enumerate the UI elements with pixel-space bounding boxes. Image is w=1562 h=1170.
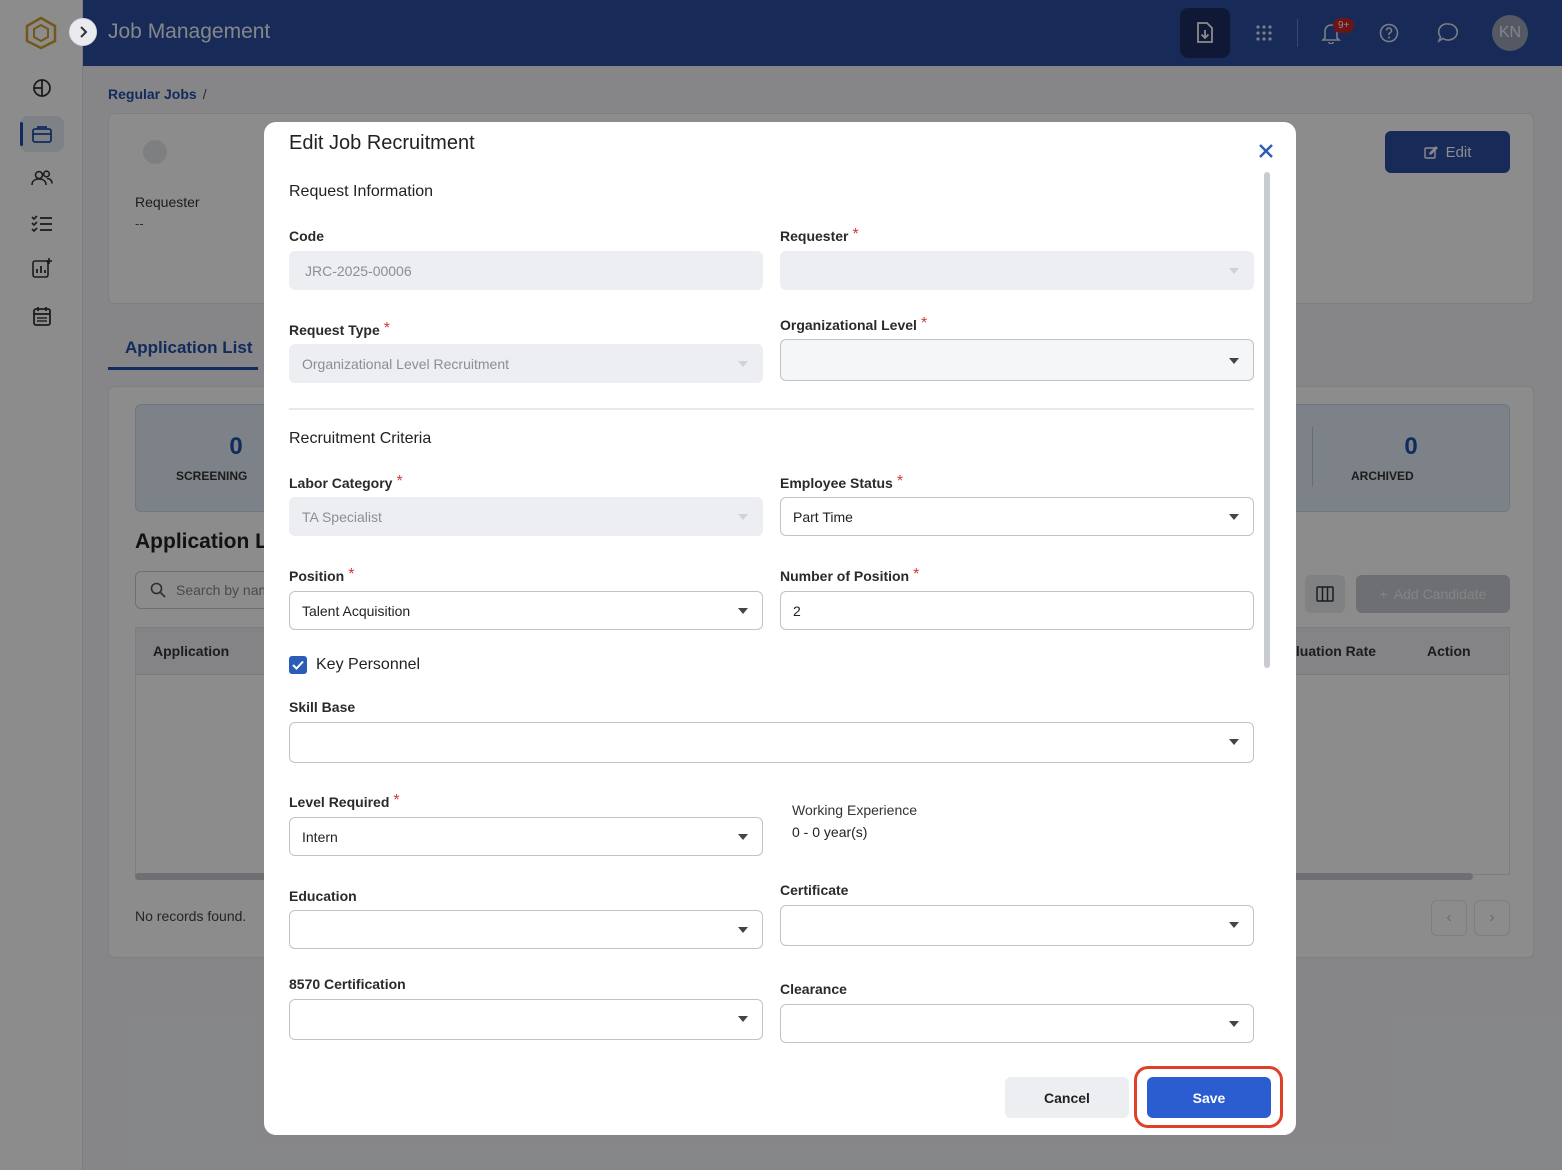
labor-category-select: TA Specialist xyxy=(289,497,763,536)
education-select[interactable] xyxy=(289,910,763,949)
modal-title: Edit Job Recruitment xyxy=(289,132,475,154)
number-of-position-label: Number of Position * xyxy=(780,566,920,584)
requester-field-label: Requester * xyxy=(780,226,859,244)
clearance-select[interactable] xyxy=(780,1004,1254,1043)
checkmark-icon xyxy=(292,660,304,670)
employee-status-select[interactable]: Part Time xyxy=(780,497,1254,536)
number-of-position-input[interactable]: 2 xyxy=(780,591,1254,630)
org-level-label: Organizational Level * xyxy=(780,315,928,333)
chevron-down-icon xyxy=(738,514,748,520)
org-level-select[interactable] xyxy=(780,339,1254,381)
code-label: Code xyxy=(289,228,324,244)
close-icon xyxy=(1259,144,1273,158)
employee-status-label: Employee Status * xyxy=(780,473,904,491)
request-type-label: Request Type * xyxy=(289,320,390,338)
level-required-label: Level Required * xyxy=(289,792,400,810)
key-personnel-checkbox[interactable] xyxy=(289,656,307,674)
section-request-information: Request Information xyxy=(289,183,434,200)
modal-scrollbar[interactable] xyxy=(1264,172,1270,668)
code-field: JRC-2025-00006 xyxy=(289,251,763,290)
chevron-down-icon xyxy=(738,1016,748,1022)
key-personnel-label[interactable]: Key Personnel xyxy=(316,656,420,674)
requester-select xyxy=(780,251,1254,290)
number-of-position-value: 2 xyxy=(793,603,801,619)
request-type-value: Organizational Level Recruitment xyxy=(302,356,509,372)
code-value: JRC-2025-00006 xyxy=(305,263,412,279)
chevron-down-icon xyxy=(1229,268,1239,274)
chevron-down-icon xyxy=(738,834,748,840)
education-label: Education xyxy=(289,888,357,904)
chevron-down-icon xyxy=(1229,358,1239,364)
chevron-down-icon xyxy=(1229,1021,1239,1027)
chevron-down-icon xyxy=(738,927,748,933)
labor-category-label: Labor Category * xyxy=(289,473,403,491)
edit-job-recruitment-modal: Edit Job Recruitment Request Information… xyxy=(264,122,1296,1135)
position-select[interactable]: Talent Acquisition xyxy=(289,591,763,630)
cert-8570-label: 8570 Certification xyxy=(289,976,406,992)
chevron-down-icon xyxy=(1229,922,1239,928)
skill-base-label: Skill Base xyxy=(289,699,356,715)
level-required-select[interactable]: Intern xyxy=(289,817,763,856)
employee-status-value: Part Time xyxy=(793,509,853,525)
chevron-right-icon xyxy=(80,26,88,38)
position-label: Position * xyxy=(289,566,355,584)
collapse-rail-button[interactable] xyxy=(69,18,97,46)
labor-category-value: TA Specialist xyxy=(302,509,382,525)
working-experience-label: Working Experience xyxy=(792,802,918,818)
request-type-select: Organizational Level Recruitment xyxy=(289,344,763,383)
certificate-select[interactable] xyxy=(780,905,1254,946)
section-divider xyxy=(289,408,1254,410)
save-highlight-ring xyxy=(1134,1066,1283,1128)
chevron-down-icon xyxy=(738,361,748,367)
working-experience-value: 0 - 0 year(s) xyxy=(792,824,868,840)
section-recruitment-criteria: Recruitment Criteria xyxy=(289,430,432,447)
position-value: Talent Acquisition xyxy=(302,603,411,619)
level-required-value: Intern xyxy=(302,829,338,845)
chevron-down-icon xyxy=(1229,514,1239,520)
skill-base-select[interactable] xyxy=(289,722,1254,763)
certificate-label: Certificate xyxy=(780,882,849,898)
close-button[interactable] xyxy=(1256,142,1276,162)
clearance-label: Clearance xyxy=(780,981,847,997)
cert-8570-select[interactable] xyxy=(289,999,763,1040)
cancel-button[interactable]: Cancel xyxy=(1005,1077,1129,1118)
chevron-down-icon xyxy=(1229,739,1239,745)
chevron-down-icon xyxy=(738,608,748,614)
